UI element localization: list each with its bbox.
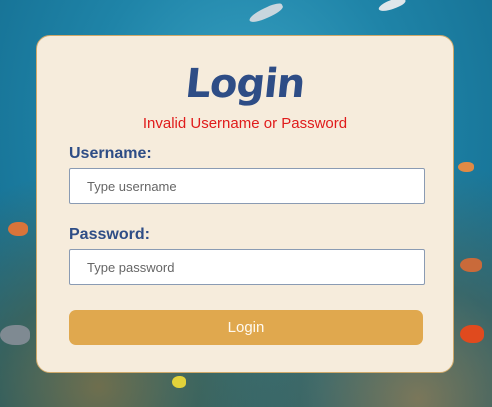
login-card: Login Invalid Username or Password Usern… bbox=[36, 35, 454, 373]
error-message: Invalid Username or Password bbox=[142, 115, 348, 132]
login-button[interactable]: Login bbox=[69, 310, 423, 345]
fish-decoration bbox=[247, 0, 285, 26]
password-input[interactable] bbox=[69, 249, 425, 285]
fish-decoration bbox=[460, 325, 484, 343]
fish-decoration bbox=[377, 0, 407, 14]
password-label: Password: bbox=[69, 226, 150, 243]
fish-decoration bbox=[0, 325, 30, 345]
username-input[interactable] bbox=[69, 168, 425, 204]
login-title: Login bbox=[183, 61, 307, 107]
fish-decoration bbox=[460, 258, 482, 272]
fish-decoration bbox=[458, 162, 474, 172]
fish-decoration bbox=[172, 376, 186, 388]
username-label: Username: bbox=[69, 145, 152, 162]
fish-decoration bbox=[8, 222, 28, 236]
